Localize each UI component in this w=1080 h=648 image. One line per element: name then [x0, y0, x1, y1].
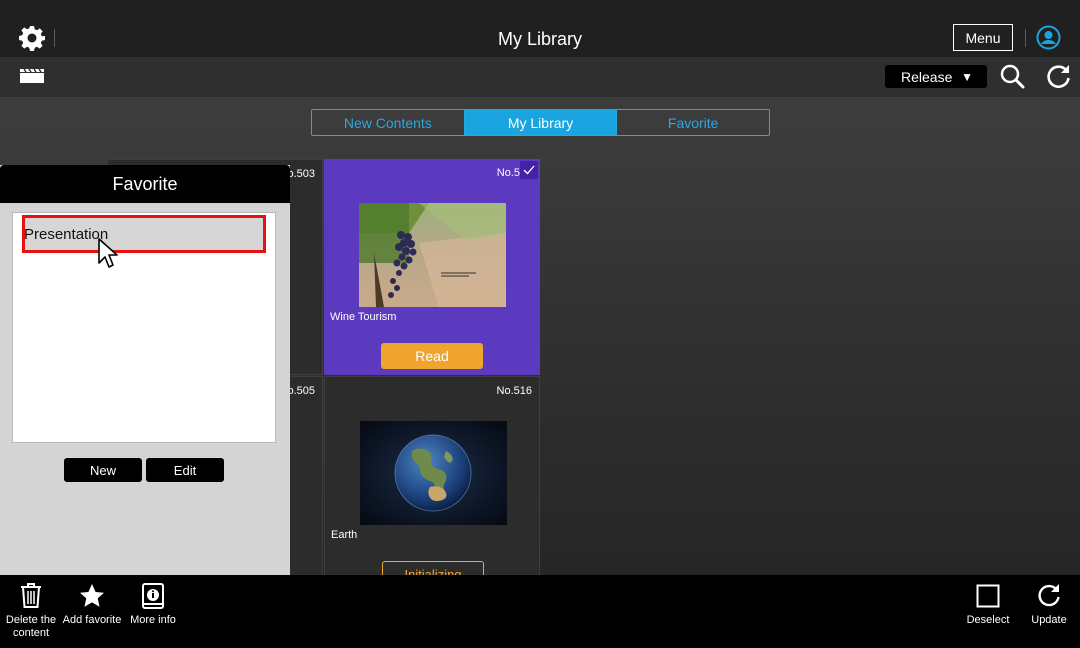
top-bar: My Library Menu — [0, 0, 1080, 57]
refresh-icon — [1038, 584, 1060, 607]
update-button[interactable]: Update — [1027, 583, 1071, 627]
user-icon[interactable] — [1036, 25, 1061, 50]
thumbnail-earth-image — [360, 421, 507, 525]
add-favorite-label: Add favorite — [62, 614, 122, 626]
menu-button[interactable]: Menu — [953, 24, 1013, 51]
content-card[interactable]: No.5 Wine Tourism Read — [324, 159, 540, 375]
update-label: Update — [1031, 614, 1067, 626]
mouse-cursor-icon — [98, 238, 118, 268]
new-favorite-button[interactable]: New — [64, 458, 142, 482]
release-dropdown[interactable]: Release ▼ — [885, 65, 987, 88]
card-number: o.503 — [287, 168, 315, 180]
favorite-list: Presentation — [12, 212, 276, 443]
info-book-icon — [142, 583, 164, 609]
content-card[interactable]: No.516 Earth Initializing — [324, 376, 540, 576]
trash-icon — [21, 583, 41, 608]
divider — [1025, 29, 1026, 47]
page-title: My Library — [497, 29, 582, 49]
clapperboard-icon[interactable] — [20, 69, 44, 83]
tab-bar: New Contents My Library Favorite — [311, 109, 770, 136]
delete-content-button[interactable]: Delete the content — [4, 583, 58, 640]
toolbar: Release ▼ — [0, 57, 1080, 97]
deselect-label: Deselect — [966, 614, 1010, 626]
favorite-item-label: Presentation — [24, 226, 109, 243]
card-title: Earth — [331, 529, 358, 541]
refresh-icon[interactable] — [1045, 63, 1072, 90]
favorite-panel: Favorite Presentation New Edit — [0, 165, 290, 580]
initializing-button[interactable]: Initializing — [382, 561, 484, 575]
tab-my-library[interactable]: My Library — [464, 110, 618, 135]
bottom-action-bar: Delete the content Add favorite More inf… — [0, 575, 1080, 648]
add-favorite-button[interactable]: Add favorite — [62, 583, 122, 627]
card-number: o.505 — [287, 385, 315, 397]
card-number: No.5 — [496, 167, 520, 179]
more-info-label: More info — [130, 614, 176, 626]
deselect-button[interactable]: Deselect — [964, 583, 1012, 627]
card-number: No.516 — [496, 385, 532, 397]
tab-favorite[interactable]: Favorite — [617, 110, 769, 135]
favorite-item-presentation[interactable]: Presentation — [22, 215, 266, 253]
card-title: Wine Tourism — [330, 311, 397, 323]
checkbox-empty-icon — [976, 584, 1000, 608]
release-label: Release — [901, 68, 953, 85]
favorite-panel-title: Favorite — [0, 165, 290, 203]
tab-new-contents[interactable]: New Contents — [312, 110, 465, 135]
search-icon[interactable] — [999, 63, 1025, 89]
edit-favorite-button[interactable]: Edit — [146, 458, 224, 482]
delete-label: Delete the content — [5, 614, 57, 639]
checkmark-icon[interactable] — [520, 161, 538, 179]
caret-down-icon: ▼ — [961, 70, 973, 84]
more-info-button[interactable]: More info — [126, 583, 180, 627]
read-button[interactable]: Read — [381, 343, 483, 369]
star-icon — [80, 584, 104, 607]
thumbnail-wine-image — [359, 203, 506, 307]
